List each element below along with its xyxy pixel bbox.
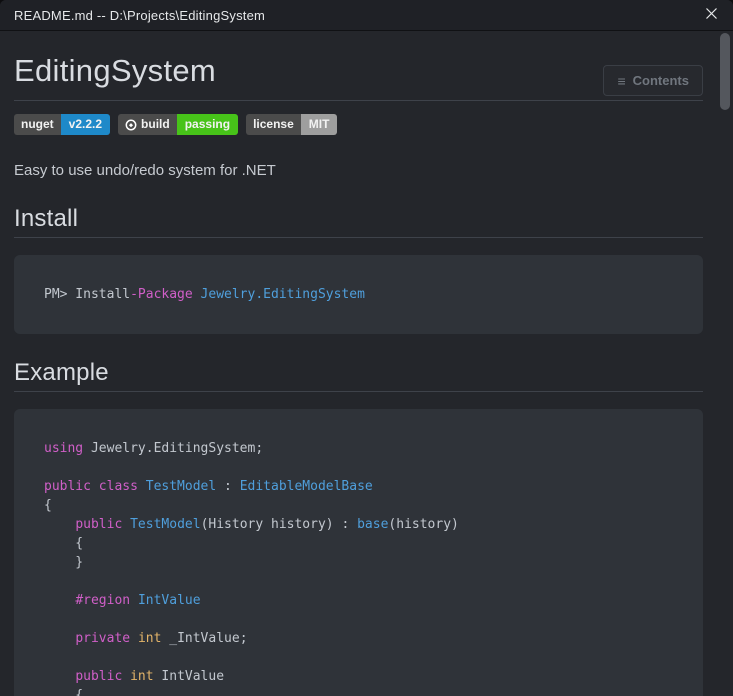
badge-value: MIT bbox=[300, 114, 338, 135]
badge-label: nuget bbox=[14, 114, 61, 135]
code-line: PM> Install-Package Jewelry.EditingSyste… bbox=[44, 287, 365, 302]
badge-row: nuget v2.2.2 build passing license MIT bbox=[14, 114, 703, 135]
page-title: EditingSystem bbox=[14, 53, 217, 88]
markdown-viewer-window: README.md -- D:\Projects\EditingSystem ≡… bbox=[0, 0, 733, 696]
code-line: using Jewelry.EditingSystem; bbox=[44, 441, 264, 456]
document-area: ≡ Contents EditingSystem nuget v2.2.2 buil… bbox=[0, 52, 733, 696]
code-line: { bbox=[44, 536, 84, 551]
example-divider bbox=[14, 391, 703, 392]
window-title: README.md -- D:\Projects\EditingSystem bbox=[14, 7, 266, 23]
code-line: public int IntValue bbox=[75, 669, 225, 684]
close-button[interactable] bbox=[689, 0, 733, 31]
code-line: public TestModel(History history) : base… bbox=[75, 517, 459, 532]
scrollbar-thumb[interactable] bbox=[720, 33, 730, 110]
code-line: { bbox=[44, 498, 52, 513]
scrollbar[interactable] bbox=[720, 33, 730, 694]
code-line: private int _IntValue; bbox=[75, 631, 248, 646]
titlebar[interactable]: README.md -- D:\Projects\EditingSystem bbox=[0, 0, 733, 31]
badge-license[interactable]: license MIT bbox=[246, 114, 338, 135]
badge-value: passing bbox=[176, 114, 239, 135]
contents-button[interactable]: ≡ Contents bbox=[603, 65, 703, 96]
code-line: { bbox=[44, 688, 84, 696]
title-divider bbox=[14, 100, 703, 101]
install-divider bbox=[14, 237, 703, 238]
menu-icon: ≡ bbox=[617, 72, 626, 89]
code-line: public class TestModel : EditableModelBa… bbox=[44, 479, 373, 494]
code-line: #region IntValue bbox=[75, 593, 201, 608]
contents-button-label: Contents bbox=[632, 73, 689, 88]
section-install-title: Install bbox=[14, 205, 79, 232]
example-code-block: using Jewelry.EditingSystem; public clas… bbox=[14, 409, 703, 696]
close-icon bbox=[705, 7, 718, 23]
badge-build[interactable]: build passing bbox=[118, 114, 239, 135]
description: Easy to use undo/redo system for .NET bbox=[14, 162, 276, 179]
section-example-title: Example bbox=[14, 359, 109, 386]
badge-nuget[interactable]: nuget v2.2.2 bbox=[14, 114, 111, 135]
badge-label: license bbox=[246, 114, 301, 135]
badge-value: v2.2.2 bbox=[60, 114, 111, 135]
appveyor-icon bbox=[125, 119, 137, 131]
code-line: } bbox=[44, 555, 84, 570]
install-code-block: PM> Install-Package Jewelry.EditingSyste… bbox=[14, 255, 703, 334]
badge-label: build bbox=[118, 114, 177, 135]
